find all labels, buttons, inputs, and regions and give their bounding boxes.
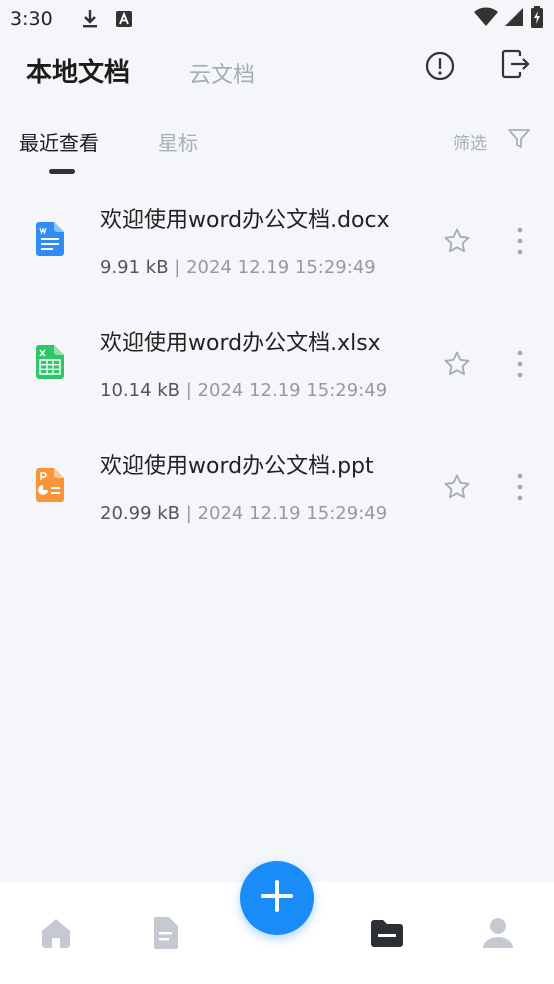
cell-signal-icon [504, 7, 524, 32]
file-list: 欢迎使用word办公文档.docx 9.91 kB | 2024 12.19 1… [0, 180, 554, 549]
more-options-icon[interactable] [510, 348, 530, 380]
file-name: 欢迎使用word办公文档.docx [100, 208, 390, 233]
info-icon[interactable] [424, 50, 456, 82]
file-name: 欢迎使用word办公文档.ppt [100, 454, 374, 479]
meta-separator: | [180, 503, 198, 524]
add-icon [258, 877, 296, 919]
file-row[interactable]: 欢迎使用word办公文档.ppt 20.99 kB | 2024 12.19 1… [0, 426, 554, 549]
file-meta: 10.14 kB | 2024 12.19 15:29:49 [100, 380, 387, 401]
tab-starred[interactable]: 星标 [158, 127, 198, 156]
word-file-icon [36, 222, 64, 256]
wifi-icon [474, 7, 498, 32]
file-size: 10.14 kB [100, 380, 181, 401]
tab-local-docs[interactable]: 本地文档 [26, 52, 130, 89]
filter-icon[interactable] [507, 127, 531, 151]
file-date: 2024 12.19 15:29:49 [197, 380, 388, 401]
add-button[interactable] [240, 861, 314, 935]
file-meta: 9.91 kB | 2024 12.19 15:29:49 [100, 257, 376, 278]
powerpoint-file-icon [36, 468, 64, 502]
tab-recent[interactable]: 最近查看 [19, 127, 99, 156]
file-size: 9.91 kB [100, 257, 169, 278]
meta-separator: | [180, 380, 198, 401]
file-row[interactable]: 欢迎使用word办公文档.xlsx 10.14 kB | 2024 12.19 … [0, 303, 554, 426]
file-date: 2024 12.19 15:29:49 [197, 503, 388, 524]
export-icon[interactable] [498, 48, 532, 82]
keyboard-a-icon [113, 8, 135, 30]
tab-cloud-docs[interactable]: 云文档 [189, 57, 255, 89]
excel-file-icon [36, 345, 64, 379]
meta-separator: | [168, 257, 187, 278]
battery-charging-icon [530, 5, 544, 33]
more-options-icon[interactable] [510, 471, 530, 503]
document-icon[interactable] [148, 915, 184, 951]
download-icon [79, 8, 101, 30]
file-size: 20.99 kB [100, 503, 181, 524]
file-meta: 20.99 kB | 2024 12.19 15:29:49 [100, 503, 387, 524]
home-icon[interactable] [38, 915, 74, 951]
star-icon[interactable] [443, 473, 471, 501]
profile-icon[interactable] [480, 915, 516, 951]
file-row[interactable]: 欢迎使用word办公文档.docx 9.91 kB | 2024 12.19 1… [0, 180, 554, 303]
star-icon[interactable] [443, 350, 471, 378]
sub-tabs: 最近查看 星标 筛选 [0, 118, 554, 178]
app-header: 本地文档 云文档 [0, 38, 554, 100]
more-options-icon[interactable] [510, 225, 530, 257]
folder-icon[interactable] [369, 915, 405, 951]
status-bar: 3:30 [0, 0, 554, 38]
tab-indicator [49, 169, 75, 174]
star-icon[interactable] [443, 227, 471, 255]
file-date: 2024 12.19 15:29:49 [186, 257, 376, 278]
file-name: 欢迎使用word办公文档.xlsx [100, 331, 381, 356]
status-time: 3:30 [10, 8, 53, 30]
filter-button[interactable]: 筛选 [453, 129, 487, 154]
